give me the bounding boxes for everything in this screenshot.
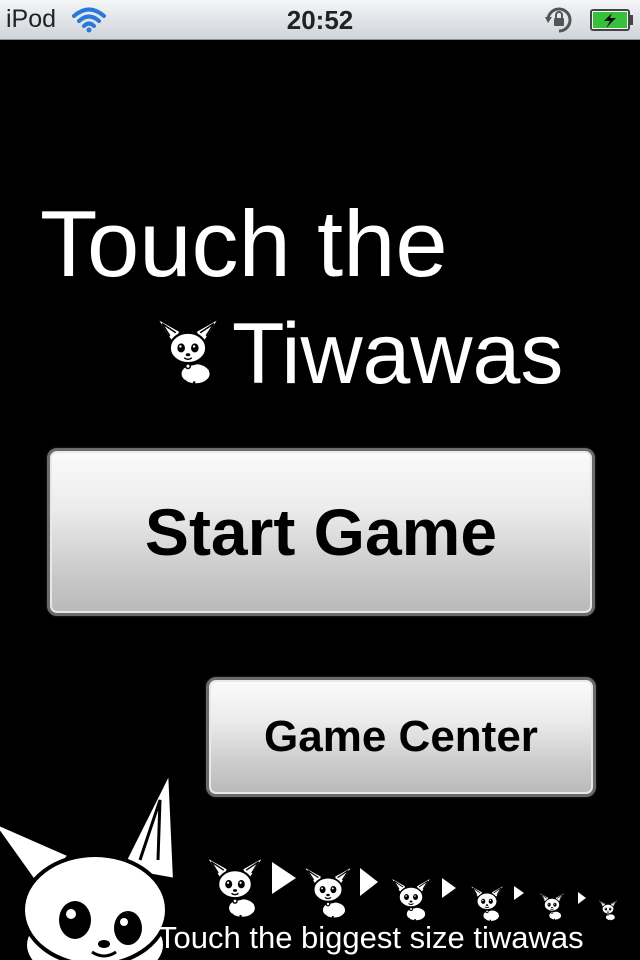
chihuahua-icon: [468, 883, 506, 924]
battery-charging-icon: [590, 9, 634, 36]
arrow-icon: [514, 886, 524, 900]
chihuahua-icon: [538, 891, 566, 922]
chihuahua-icon: [597, 899, 619, 922]
start-game-button[interactable]: Start Game: [47, 448, 595, 616]
arrow-icon: [578, 892, 586, 904]
hint-text: Touch the biggest size tiwawas: [158, 920, 584, 955]
chihuahua-icon: [301, 864, 355, 922]
arrow-icon: [442, 878, 456, 898]
arrow-icon: [360, 868, 378, 896]
rotation-lock-icon: [543, 5, 575, 40]
status-bar: iPod 20:52: [0, 0, 640, 40]
chihuahua-icon: [154, 316, 222, 388]
size-order-hint: [204, 855, 619, 924]
title-line-1: Touch the: [40, 191, 448, 296]
chihuahua-icon: [204, 855, 266, 921]
arrow-icon: [272, 862, 296, 894]
game-center-button[interactable]: Game Center: [206, 677, 596, 797]
title-line-2: Tiwawas: [232, 306, 564, 402]
chihuahua-icon: [389, 876, 433, 924]
